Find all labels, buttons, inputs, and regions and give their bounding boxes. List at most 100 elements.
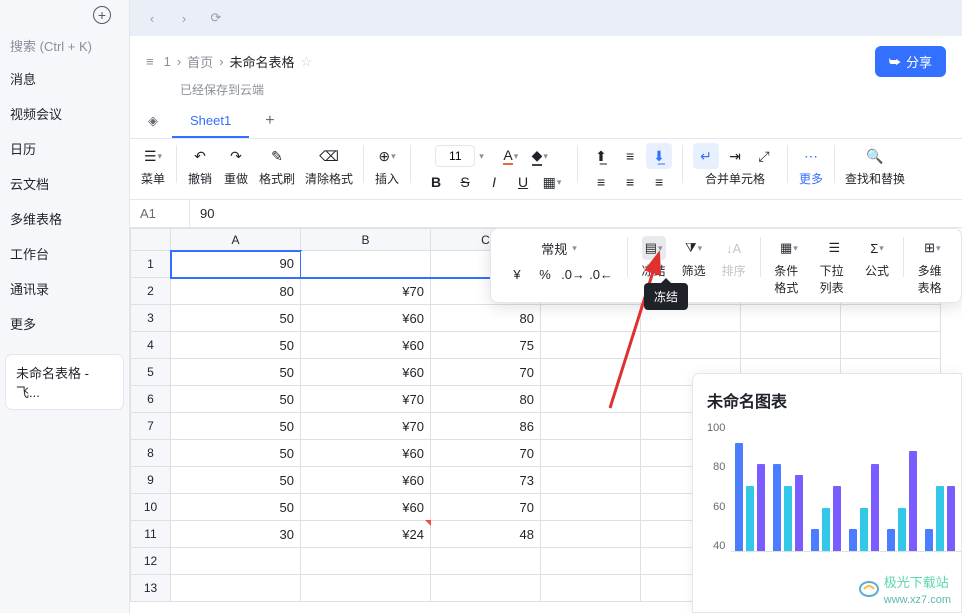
chart-panel[interactable]: 未命名图表 100806040 极光下载站www.xz7.com: [692, 373, 962, 613]
overflow-icon[interactable]: ⇥: [722, 143, 748, 169]
clear-format-icon[interactable]: ⌫: [316, 143, 342, 169]
cell[interactable]: 50: [171, 467, 301, 494]
cell-value[interactable]: 90: [190, 206, 962, 221]
sort-icon[interactable]: ↓A: [722, 236, 746, 260]
cell-reference[interactable]: A1: [130, 200, 190, 227]
cell[interactable]: ¥60: [301, 494, 431, 521]
bitable-icon[interactable]: ⊞▾: [920, 236, 944, 260]
row-header[interactable]: 13: [131, 575, 171, 602]
cell[interactable]: [301, 251, 431, 278]
search-input[interactable]: 搜索 (Ctrl + K): [0, 30, 129, 61]
freeze-icon[interactable]: ▤▾: [642, 236, 666, 260]
cell[interactable]: [741, 332, 841, 359]
cell[interactable]: 70: [431, 359, 541, 386]
row-header[interactable]: 2: [131, 278, 171, 305]
valign-mid-icon[interactable]: ≡: [617, 143, 643, 169]
valign-bot-icon[interactable]: ⬇̲: [646, 143, 672, 169]
cell[interactable]: 70: [431, 440, 541, 467]
cell[interactable]: 75: [431, 332, 541, 359]
cell[interactable]: [541, 332, 641, 359]
cell[interactable]: ¥70: [301, 413, 431, 440]
cell[interactable]: 80: [431, 386, 541, 413]
cell[interactable]: [171, 575, 301, 602]
layers-icon[interactable]: ◈: [140, 107, 166, 135]
cell[interactable]: ¥60: [301, 467, 431, 494]
align-center-icon[interactable]: ≡: [617, 169, 643, 195]
select-all[interactable]: [131, 229, 171, 251]
undo-icon[interactable]: ↶: [187, 143, 213, 169]
dec-dec-icon[interactable]: .0←: [589, 262, 613, 286]
back-button[interactable]: ‹: [140, 6, 164, 30]
clip-icon[interactable]: ⤢: [751, 143, 777, 169]
cell[interactable]: [541, 521, 641, 548]
cell[interactable]: ¥24: [301, 521, 431, 548]
cell[interactable]: [301, 575, 431, 602]
find-replace-icon[interactable]: 🔍: [862, 143, 888, 169]
open-doc-tab[interactable]: 未命名表格 - 飞...: [6, 355, 123, 409]
col-header[interactable]: B: [301, 229, 431, 251]
nav-contacts[interactable]: 通讯录: [0, 271, 129, 306]
redo-icon[interactable]: ↷: [223, 143, 249, 169]
cell[interactable]: 73: [431, 467, 541, 494]
cell[interactable]: [641, 332, 741, 359]
home-link[interactable]: 首页: [187, 52, 213, 71]
cell[interactable]: 50: [171, 413, 301, 440]
nav-video[interactable]: 视频会议: [0, 96, 129, 131]
new-tab-button[interactable]: +: [0, 6, 129, 30]
collapse-icon[interactable]: ≡: [146, 54, 154, 69]
nav-bitable[interactable]: 多维表格: [0, 201, 129, 236]
cell[interactable]: [301, 548, 431, 575]
fill-color-icon[interactable]: ◆▾: [527, 143, 553, 169]
row-header[interactable]: 12: [131, 548, 171, 575]
format-painter-icon[interactable]: ✎: [264, 143, 290, 169]
cell[interactable]: 70: [431, 494, 541, 521]
align-right-icon[interactable]: ≡: [646, 169, 672, 195]
cell[interactable]: 48: [431, 521, 541, 548]
forward-button[interactable]: ›: [172, 6, 196, 30]
row-header[interactable]: 11: [131, 521, 171, 548]
dropdown-icon[interactable]: ☰: [822, 236, 846, 260]
font-color-icon[interactable]: A▾: [498, 143, 524, 169]
cell[interactable]: 80: [431, 305, 541, 332]
format-general[interactable]: 常规: [541, 239, 567, 258]
bold-icon[interactable]: B: [423, 169, 449, 195]
cell[interactable]: ¥70: [301, 278, 431, 305]
doc-title[interactable]: 未命名表格: [230, 52, 295, 71]
row-header[interactable]: 6: [131, 386, 171, 413]
percent-icon[interactable]: %: [533, 262, 557, 286]
cell[interactable]: [741, 305, 841, 332]
nav-more[interactable]: 更多: [0, 306, 129, 341]
spreadsheet[interactable]: ABCDEFG190280¥70350¥6080450¥6075550¥6070…: [130, 228, 962, 613]
row-header[interactable]: 10: [131, 494, 171, 521]
add-sheet-button[interactable]: +: [255, 104, 284, 138]
cell[interactable]: 50: [171, 332, 301, 359]
merge-label[interactable]: 合并单元格: [705, 170, 765, 187]
cell[interactable]: 80: [171, 278, 301, 305]
currency-icon[interactable]: ¥: [505, 262, 529, 286]
cell[interactable]: 50: [171, 359, 301, 386]
formula-icon[interactable]: Σ▾: [865, 236, 889, 260]
row-header[interactable]: 1: [131, 251, 171, 278]
col-header[interactable]: A: [171, 229, 301, 251]
strike-icon[interactable]: S: [452, 169, 478, 195]
cell[interactable]: [541, 413, 641, 440]
cell[interactable]: 50: [171, 440, 301, 467]
cell[interactable]: ¥70: [301, 386, 431, 413]
nav-calendar[interactable]: 日历: [0, 131, 129, 166]
filter-icon[interactable]: ⧩▾: [682, 236, 706, 260]
row-header[interactable]: 5: [131, 359, 171, 386]
dec-inc-icon[interactable]: .0→: [561, 262, 585, 286]
star-icon[interactable]: ☆: [301, 54, 313, 70]
cell[interactable]: 50: [171, 494, 301, 521]
cell[interactable]: ¥60: [301, 332, 431, 359]
nav-workplace[interactable]: 工作台: [0, 236, 129, 271]
cell[interactable]: [541, 494, 641, 521]
menu-icon[interactable]: ☰▾: [140, 143, 166, 169]
row-header[interactable]: 8: [131, 440, 171, 467]
cell[interactable]: 30: [171, 521, 301, 548]
cell[interactable]: [841, 305, 941, 332]
cell[interactable]: 50: [171, 305, 301, 332]
italic-icon[interactable]: I: [481, 169, 507, 195]
align-left-icon[interactable]: ≡: [588, 169, 614, 195]
row-header[interactable]: 3: [131, 305, 171, 332]
